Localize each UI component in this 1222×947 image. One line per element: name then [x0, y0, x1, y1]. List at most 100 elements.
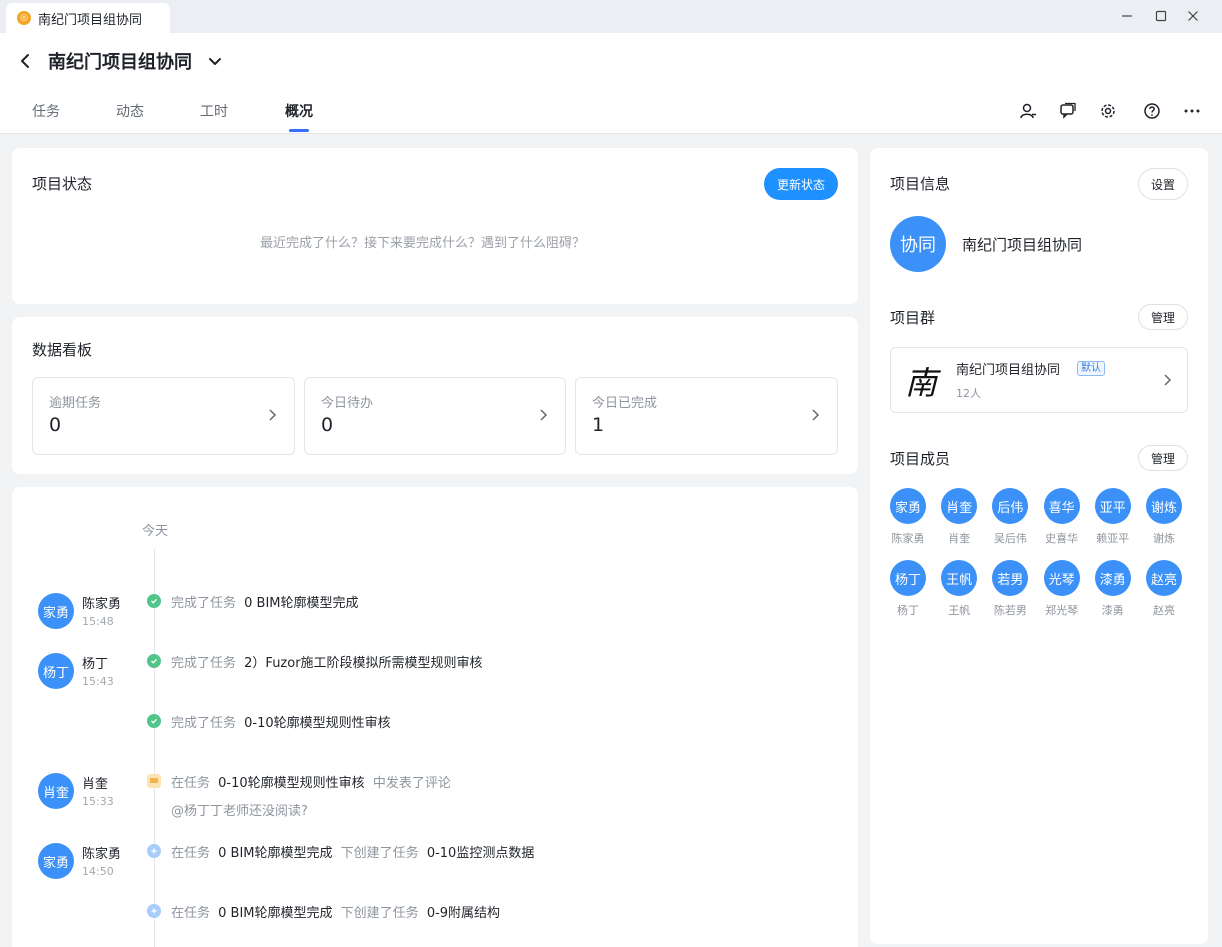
timeline-time: 15:48	[82, 615, 114, 628]
timeline-comment: @杨丁丁老师还没阅读?	[171, 804, 308, 819]
task-link[interactable]: 0-10轮廓模型规则性审核	[218, 776, 365, 791]
status-placeholder[interactable]: 最近完成了什么？接下来要完成什么？遇到了什么阻碍？	[260, 232, 585, 251]
app-logo-icon: ◎	[17, 11, 31, 25]
avatar: 漆勇	[1094, 560, 1131, 596]
member-item[interactable]: 亚平 赖亚平	[1087, 488, 1139, 552]
member-name: 杨丁	[897, 604, 919, 617]
member-item[interactable]: 家勇 陈家勇	[882, 488, 934, 552]
timeline-time: 15:43	[82, 675, 114, 688]
task-link[interactable]: 0 BIM轮廓模型完成	[218, 906, 332, 921]
project-info-title: 项目信息	[890, 175, 951, 193]
avatar[interactable]: 家勇	[38, 593, 74, 629]
member-item[interactable]: 王帆 王帆	[933, 560, 985, 624]
member-add-button[interactable]	[1017, 100, 1039, 122]
update-status-button[interactable]: 更新状态	[764, 168, 838, 200]
project-info-panel: 项目信息 设置 协同 南纪门项目组协同 项目群 管理 南 南纪门项目组协同 默认…	[870, 148, 1208, 944]
avatar: 杨丁	[890, 560, 926, 596]
stat-overdue[interactable]: 逾期任务 0	[32, 377, 295, 455]
project-group-title: 项目群	[890, 309, 936, 327]
member-item[interactable]: 后伟 吴后伟	[984, 488, 1036, 552]
back-arrow-icon[interactable]	[16, 51, 36, 71]
members-manage-button[interactable]: 管理	[1138, 445, 1188, 471]
stat-today-todo[interactable]: 今日待办 0	[304, 377, 566, 455]
timeline-action: 在任务	[171, 906, 211, 921]
stat-label: 今日待办	[321, 396, 374, 411]
timeline-action: 完成了任务	[171, 656, 237, 671]
help-button[interactable]	[1141, 100, 1163, 122]
member-name: 郑光琴	[1045, 604, 1079, 617]
member-item[interactable]: 肖奎 肖奎	[933, 488, 985, 552]
avatar[interactable]: 肖奎	[38, 773, 74, 809]
member-name: 赵亮	[1153, 604, 1175, 617]
avatar: 肖奎	[941, 488, 978, 524]
maximize-icon	[1155, 10, 1167, 22]
complete-check-icon	[147, 714, 161, 728]
task-link[interactable]: 0-9附属结构	[427, 906, 500, 921]
create-plus-icon	[147, 844, 161, 858]
tab-overview[interactable]: 概况	[285, 101, 313, 121]
tab-tasks[interactable]: 任务	[32, 101, 60, 121]
member-item[interactable]: 若男 陈若男	[984, 560, 1036, 624]
timeline-action-suffix: 中发表了评论	[372, 776, 451, 791]
task-link[interactable]: 0 BIM轮廓模型完成	[244, 596, 358, 611]
create-plus-icon	[147, 904, 161, 918]
timeline-text: 完成了任务 0 BIM轮廓模型完成	[171, 592, 359, 611]
member-name: 赖亚平	[1096, 532, 1130, 545]
dashboard-card: 数据看板 逾期任务 0 今日待办 0 今日已完成 1	[12, 317, 858, 474]
stat-today-done[interactable]: 今日已完成 1	[575, 377, 838, 455]
stat-value: 0	[321, 414, 334, 436]
timeline-time: 15:33	[82, 795, 114, 808]
timeline-text: 在任务 0-10轮廓模型规则性审核 中发表了评论	[171, 772, 451, 791]
timeline-text: 在任务 0 BIM轮廓模型完成 下创建了任务 0-10监控测点数据	[171, 842, 534, 861]
chevron-right-icon	[1164, 374, 1172, 386]
avatar[interactable]: 家勇	[38, 843, 74, 879]
task-link[interactable]: 0-10监控测点数据	[427, 846, 535, 861]
window-tab[interactable]: ◎ 南纪门项目组协同	[6, 3, 170, 33]
project-avatar: 协同	[890, 216, 946, 272]
settings-button[interactable]: 设置	[1138, 168, 1188, 200]
member-item[interactable]: 喜华 史喜华	[1036, 488, 1088, 552]
project-members-title: 项目成员	[890, 450, 951, 468]
stat-label: 逾期任务	[49, 396, 102, 411]
member-item[interactable]: 漆勇 漆勇	[1087, 560, 1139, 624]
more-icon	[1184, 109, 1200, 113]
group-member-count: 12人	[956, 387, 981, 400]
maximize-button[interactable]	[1149, 5, 1173, 27]
timeline-action: 完成了任务	[171, 596, 237, 611]
timeline-action: 在任务	[171, 776, 211, 791]
member-item[interactable]: 谢炼 谢炼	[1138, 488, 1190, 552]
group-manage-button[interactable]: 管理	[1138, 304, 1188, 330]
timeline-action: 在任务	[171, 846, 211, 861]
page-title[interactable]: 南纪门项目组协同	[48, 48, 192, 74]
timeline-action-suffix: 下创建了任务	[340, 906, 419, 921]
task-link[interactable]: 2）Fuzor施工阶段模拟所需模型规则审核	[244, 656, 482, 671]
project-group-item[interactable]: 南 南纪门项目组协同 默认 12人	[890, 347, 1188, 413]
avatar: 谢炼	[1146, 488, 1182, 524]
chat-button[interactable]	[1057, 100, 1079, 122]
minimize-button[interactable]	[1115, 5, 1139, 27]
tab-worktime[interactable]: 工时	[200, 101, 228, 121]
chevron-right-icon	[269, 409, 277, 421]
task-link[interactable]: 0-10轮廓模型规则性审核	[244, 716, 391, 731]
timeline-text: 完成了任务 2）Fuzor施工阶段模拟所需模型规则审核	[171, 652, 483, 671]
avatar: 家勇	[890, 488, 926, 524]
timeline-action: 完成了任务	[171, 716, 237, 731]
timeline-user-name: 陈家勇	[82, 847, 122, 862]
chevron-right-icon	[812, 409, 820, 421]
more-button[interactable]	[1181, 100, 1203, 122]
close-button[interactable]	[1181, 5, 1205, 27]
timeline-text: 在任务 0 BIM轮廓模型完成 下创建了任务 0-9附属结构	[171, 902, 500, 921]
member-item[interactable]: 光琴 郑光琴	[1036, 560, 1088, 624]
help-icon	[1144, 103, 1160, 119]
settings-button[interactable]	[1097, 100, 1119, 122]
member-item[interactable]: 杨丁 杨丁	[882, 560, 934, 624]
task-link[interactable]: 0 BIM轮廓模型完成	[218, 846, 332, 861]
tab-activity[interactable]: 动态	[116, 101, 144, 121]
project-status-title: 项目状态	[32, 175, 93, 193]
group-logo: 南	[904, 364, 937, 402]
chevron-down-icon[interactable]	[206, 52, 224, 70]
avatar[interactable]: 杨丁	[38, 653, 74, 689]
member-item[interactable]: 赵亮 赵亮	[1138, 560, 1190, 624]
avatar: 光琴	[1043, 560, 1080, 596]
member-name: 谢炼	[1153, 532, 1175, 545]
